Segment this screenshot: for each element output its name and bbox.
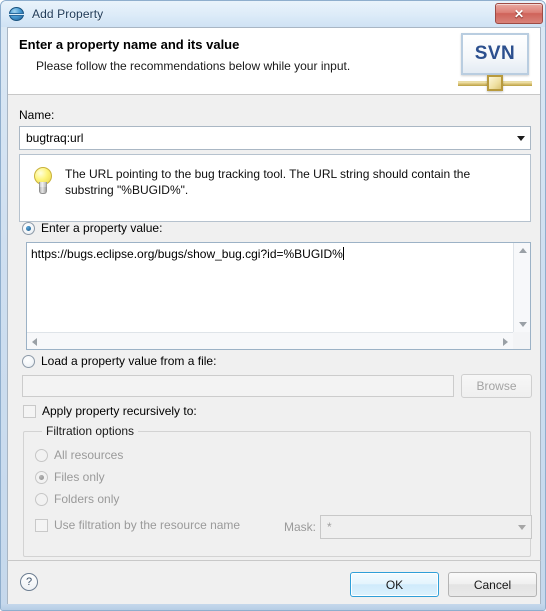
svn-logo-icon: SVN [458,31,532,93]
window-title: Add Property [32,7,104,21]
files-only-radio[interactable] [35,470,48,484]
ok-button[interactable]: OK [350,572,439,597]
cancel-button[interactable]: Cancel [448,572,537,597]
scroll-up-icon[interactable] [519,248,527,253]
property-name-combo[interactable]: bugtraq:url [19,126,531,150]
svn-sphere-icon [9,6,25,22]
chevron-down-icon[interactable] [512,135,530,141]
enter-value-radio[interactable] [22,221,35,235]
file-path-input[interactable] [22,375,454,397]
property-description-text: The URL pointing to the bug tracking too… [65,167,471,197]
apply-recursively-checkbox[interactable] [23,404,36,418]
all-resources-radio[interactable] [35,448,48,462]
banner-subtitle: Please follow the recommendations below … [36,59,351,73]
filter-option-files-only[interactable]: Files only [35,470,105,484]
lightbulb-icon [32,167,54,197]
mask-chevron-down-icon[interactable] [513,524,531,530]
textarea-horizontal-scrollbar[interactable] [27,332,513,349]
use-filtration-label: Use filtration by the resource name [54,518,241,532]
banner-title: Enter a property name and its value [19,37,240,52]
name-label: Name: [19,108,55,122]
title-bar: Add Property ✕ [1,1,545,27]
property-value-text: https://bugs.eclipse.org/bugs/show_bug.c… [31,247,344,261]
load-from-file-radio[interactable] [22,354,35,368]
property-value-textarea[interactable]: https://bugs.eclipse.org/bugs/show_bug.c… [26,242,531,350]
filter-option-folders-only[interactable]: Folders only [35,492,119,506]
mask-label: Mask: [284,520,317,534]
scroll-left-icon[interactable] [32,338,37,346]
apply-recursively-row[interactable]: Apply property recursively to: [23,404,197,418]
property-description-box: The URL pointing to the bug tracking too… [19,154,531,222]
browse-button[interactable]: Browse [461,374,532,398]
textarea-vertical-scrollbar[interactable] [513,243,530,332]
use-filtration-row[interactable]: Use filtration by the resource name [35,518,240,532]
enter-value-label: Enter a property value: [41,221,163,235]
scroll-right-icon[interactable] [503,338,508,346]
property-name-value: bugtraq:url [26,131,84,145]
dialog-button-bar: ? OK Cancel [7,560,541,606]
scrollbar-corner [513,332,530,349]
enter-value-radio-row[interactable]: Enter a property value: [22,221,162,235]
close-icon: ✕ [513,6,525,21]
svn-logo-text: SVN [474,43,516,64]
filtration-options-group: Filtration options All resources Files o… [23,424,532,557]
use-filtration-checkbox[interactable] [35,518,48,532]
files-only-label: Files only [54,470,105,484]
load-from-file-label: Load a property value from a file: [41,354,217,368]
add-property-dialog: Add Property ✕ Enter a property name and… [0,0,546,611]
folders-only-label: Folders only [54,492,120,506]
filter-option-all-resources[interactable]: All resources [35,448,123,462]
dialog-body: Name: bugtraq:url The URL pointing to th… [8,95,540,607]
dialog-banner: Enter a property name and its value Plea… [8,28,540,95]
filtration-options-title: Filtration options [42,424,139,438]
load-from-file-radio-row[interactable]: Load a property value from a file: [22,354,216,368]
scroll-down-icon[interactable] [519,322,527,327]
mask-value: * [327,520,332,534]
apply-recursively-label: Apply property recursively to: [42,404,197,418]
all-resources-label: All resources [54,448,124,462]
folders-only-radio[interactable] [35,492,48,506]
window-bottom-edge [1,604,545,610]
close-button[interactable]: ✕ [495,3,543,24]
mask-combo[interactable]: * [320,515,532,539]
help-icon[interactable]: ? [20,573,38,591]
dialog-client-area: Enter a property name and its value Plea… [7,27,541,607]
